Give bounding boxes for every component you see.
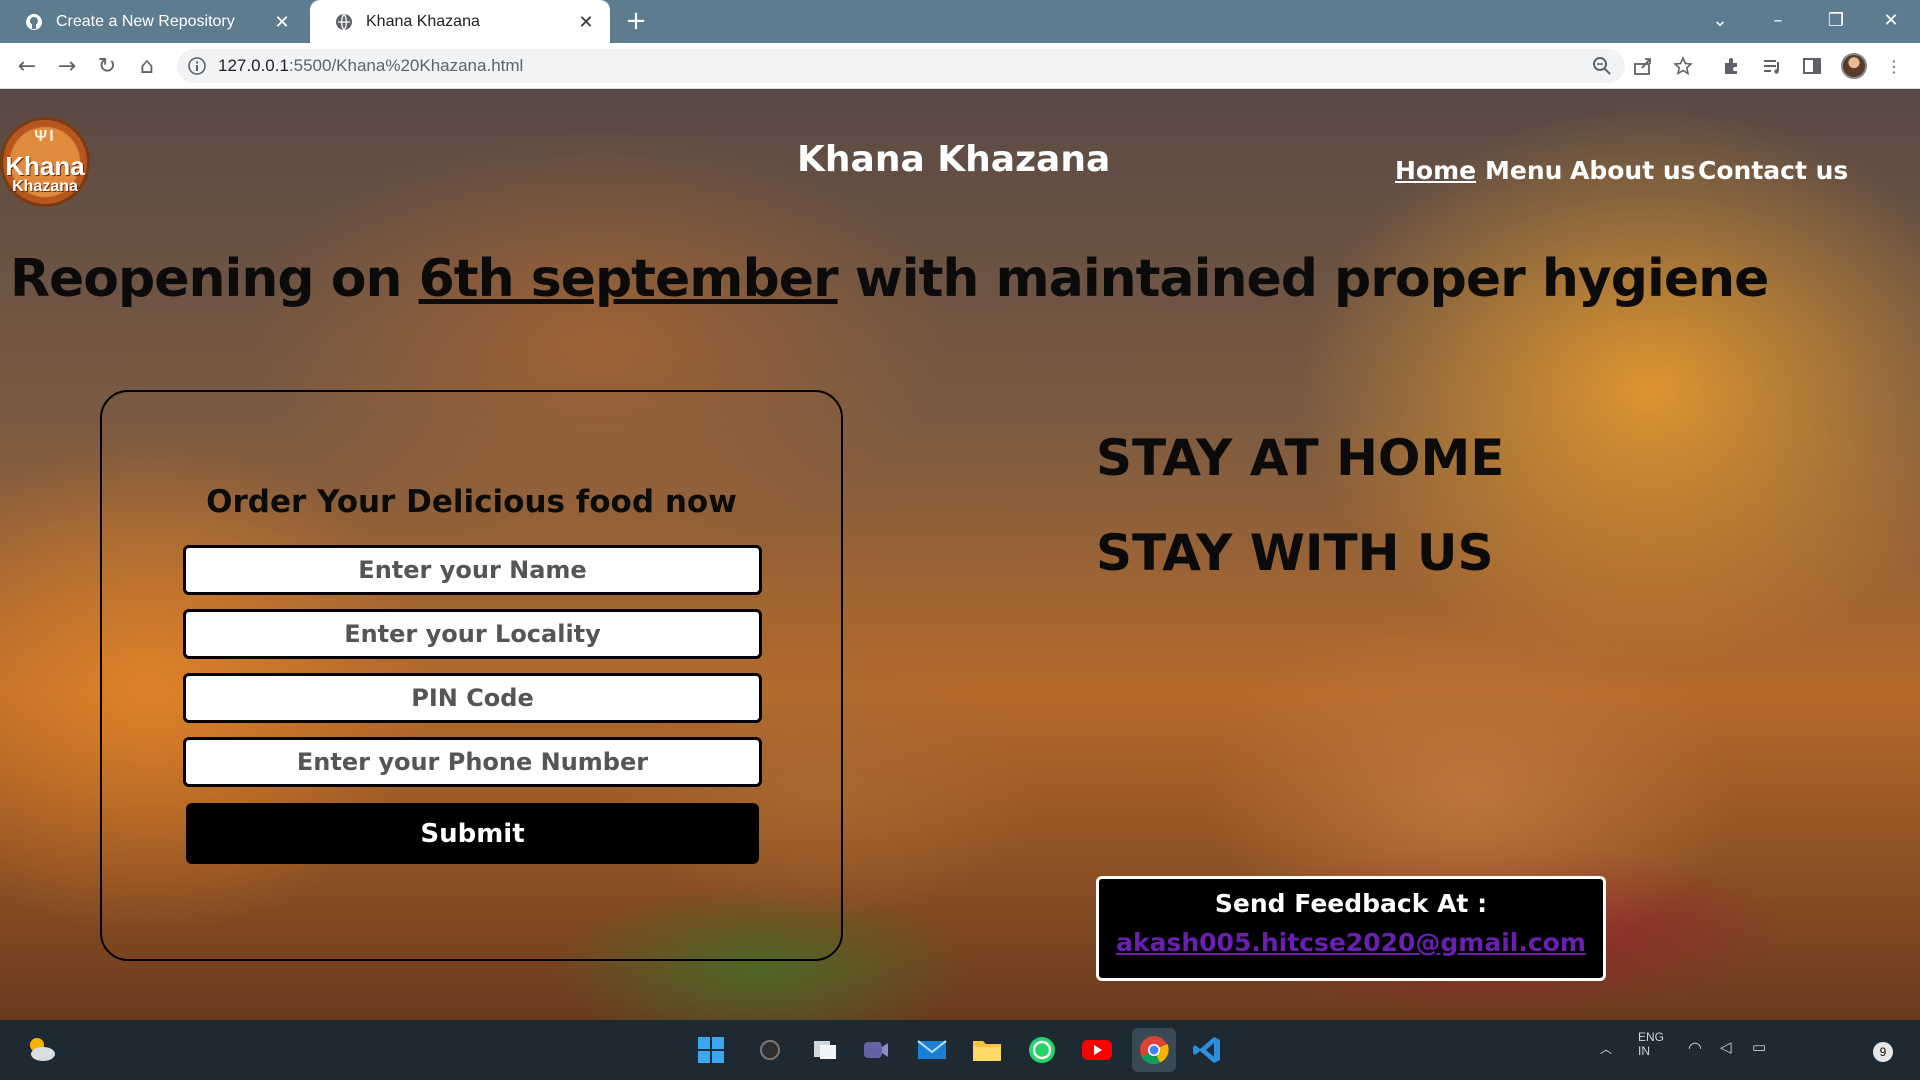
browser-toolbar: ← → ↻ ⌂ 127.0.0.1:5500/Khana%20Khazana.h…: [0, 43, 1920, 89]
tray-overflow-icon[interactable]: ︿: [1600, 1040, 1612, 1057]
nav-home[interactable]: Home: [1395, 156, 1476, 185]
stay-with-us-text: STAY WITH US: [1096, 524, 1494, 582]
new-tab-button[interactable]: +: [622, 8, 650, 36]
site-logo[interactable]: ΨΙ Khana Khazana: [0, 117, 90, 207]
site-info-icon[interactable]: [187, 56, 207, 76]
feedback-email-link[interactable]: akash005.hitcse2020@gmail.com: [1116, 928, 1586, 957]
minimize-icon[interactable]: –: [1749, 0, 1807, 40]
logo-line1: Khana: [5, 151, 85, 181]
url-path: :5500/Khana%20Khazana.html: [288, 56, 524, 75]
phone-number-input[interactable]: [183, 737, 762, 787]
tab-title: Khana Khazana: [366, 12, 480, 30]
reopening-headline: Reopening on 6th september with maintain…: [10, 249, 1770, 309]
file-explorer-icon[interactable]: [969, 1032, 1005, 1068]
url-host: 127.0.0.1: [218, 56, 289, 75]
window-close-icon[interactable]: ✕: [1862, 0, 1920, 40]
logo-line2: Khazana: [12, 178, 78, 195]
side-panel-icon[interactable]: [1800, 54, 1824, 78]
name-input[interactable]: [183, 545, 762, 595]
submit-button[interactable]: Submit: [186, 803, 759, 864]
github-icon: [24, 12, 44, 32]
nav-about-us[interactable]: About us: [1570, 156, 1696, 185]
headline-prefix: Reopening on: [10, 249, 419, 309]
task-view-icon[interactable]: [807, 1032, 843, 1068]
close-icon[interactable]: ✕: [576, 12, 596, 32]
globe-icon: [334, 12, 354, 32]
profile-avatar[interactable]: [1841, 53, 1867, 79]
notification-badge[interactable]: 9: [1873, 1042, 1893, 1062]
pin-code-input[interactable]: [183, 673, 762, 723]
share-icon[interactable]: [1631, 54, 1655, 78]
forward-arrow-icon[interactable]: →: [52, 52, 82, 80]
language-indicator[interactable]: ENG IN: [1638, 1030, 1664, 1058]
home-icon[interactable]: ⌂: [132, 52, 162, 80]
mail-icon[interactable]: [914, 1032, 950, 1068]
tab-title: Create a New Repository: [56, 12, 235, 30]
zoom-icon[interactable]: [1590, 54, 1614, 78]
headline-suffix: with maintained proper hygiene: [837, 249, 1770, 309]
windows-taskbar: ︿ ENG IN ◠ ◁ ▭ 9: [0, 1020, 1920, 1080]
close-icon[interactable]: ✕: [272, 12, 292, 32]
search-icon[interactable]: [752, 1032, 788, 1068]
browser-tab-bar: Create a New Repository ✕ Khana Khazana …: [0, 0, 1920, 43]
windows-start-icon[interactable]: [693, 1032, 729, 1068]
weather-icon[interactable]: [24, 1034, 58, 1064]
nav-menu[interactable]: Menu: [1485, 156, 1562, 185]
order-form-title: Order Your Delicious food now: [206, 484, 737, 520]
address-bar[interactable]: 127.0.0.1:5500/Khana%20Khazana.html: [177, 49, 1625, 83]
site-title: Khana Khazana: [797, 139, 1111, 180]
whatsapp-icon[interactable]: [1024, 1032, 1060, 1068]
tab-create-repository[interactable]: Create a New Repository ✕: [0, 0, 306, 43]
more-menu-icon[interactable]: ⋮: [1882, 54, 1906, 78]
language-code: ENG: [1638, 1030, 1665, 1044]
teams-icon[interactable]: [858, 1032, 894, 1068]
nav-contact-us[interactable]: Contact us: [1698, 156, 1848, 185]
region-code: IN: [1638, 1044, 1650, 1058]
bookmark-star-icon[interactable]: [1671, 54, 1695, 78]
volume-icon[interactable]: ◁: [1720, 1038, 1732, 1056]
extensions-icon[interactable]: [1720, 54, 1744, 78]
tab-search-icon[interactable]: ⌄: [1691, 0, 1749, 40]
locality-input[interactable]: [183, 609, 762, 659]
restore-icon[interactable]: ❐: [1807, 0, 1865, 40]
page-content: ΨΙ Khana Khazana Khana Khazana Home Menu…: [0, 89, 1920, 1020]
media-queue-icon[interactable]: [1760, 54, 1784, 78]
back-arrow-icon[interactable]: ←: [12, 52, 42, 80]
tab-khana-khazana[interactable]: Khana Khazana ✕: [310, 0, 610, 43]
vscode-icon[interactable]: [1189, 1032, 1225, 1068]
battery-icon[interactable]: ▭: [1752, 1038, 1766, 1056]
feedback-title: Send Feedback At :: [1214, 889, 1488, 918]
feedback-box: Send Feedback At : akash005.hitcse2020@g…: [1096, 876, 1606, 981]
reload-icon[interactable]: ↻: [92, 52, 122, 80]
cutlery-icon: ΨΙ: [34, 128, 56, 145]
url-text: 127.0.0.1:5500/Khana%20Khazana.html: [218, 56, 523, 76]
youtube-icon[interactable]: [1079, 1032, 1115, 1068]
chrome-icon[interactable]: [1132, 1028, 1176, 1072]
stay-at-home-text: STAY AT HOME: [1096, 429, 1505, 487]
wifi-icon[interactable]: ◠: [1688, 1038, 1702, 1058]
order-form: Order Your Delicious food now Submit: [100, 390, 843, 961]
headline-date: 6th september: [418, 249, 839, 309]
